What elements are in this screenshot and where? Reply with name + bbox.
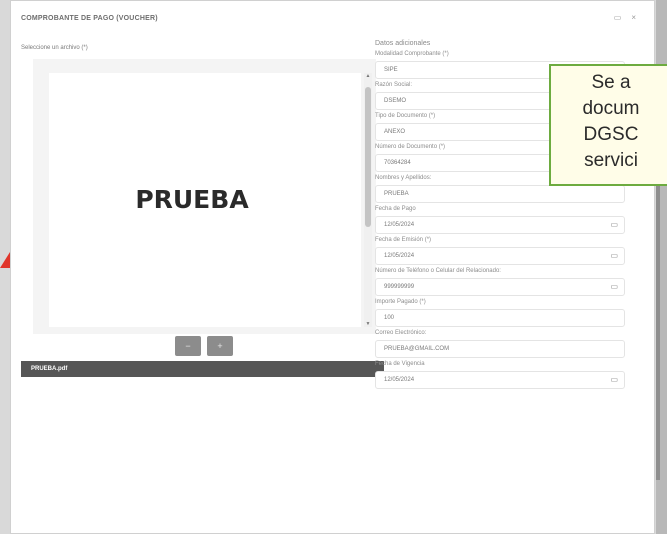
field-value: 100 <box>384 315 395 321</box>
zoom-controls: − + <box>175 336 233 356</box>
zoom-out-button[interactable]: − <box>175 336 201 356</box>
document-viewer: PRUEBA ▲ ▼ <box>33 59 376 334</box>
red-arrow-icon <box>0 252 10 268</box>
calendar-icon[interactable]: ▭ <box>610 279 618 295</box>
field-label: Fecha de Pago <box>375 206 416 212</box>
window-controls: ▭ × <box>614 13 636 22</box>
document-page: PRUEBA <box>49 73 361 327</box>
form-input[interactable]: PRUEBA <box>375 185 625 203</box>
form-input[interactable]: 999999999 ▭ <box>375 278 625 296</box>
field-label: Fecha de Vigencia <box>375 361 425 367</box>
scroll-down-icon[interactable]: ▼ <box>364 321 372 327</box>
field-label: Número de Teléfono o Celular del Relacio… <box>375 268 501 274</box>
scrollbar-thumb[interactable] <box>365 87 371 227</box>
form-input[interactable]: PRUEBA@GMAIL.COM <box>375 340 625 358</box>
zoom-in-button[interactable]: + <box>207 336 233 356</box>
form-input[interactable]: 12/05/2024 ▭ <box>375 216 625 234</box>
field-value: 12/05/2024 <box>384 253 415 259</box>
document-text: PRUEBA <box>135 185 249 214</box>
field-label: Importe Pagado (*) <box>375 299 426 305</box>
close-icon[interactable]: × <box>631 13 636 22</box>
field-value: 999999999 <box>384 284 415 290</box>
field-label: Correo Electrónico: <box>375 330 427 336</box>
form-input[interactable]: 100 <box>375 309 625 327</box>
callout-line: servici <box>584 150 638 171</box>
form-heading: Datos adicionales <box>375 40 431 47</box>
callout-line: Se a <box>591 72 631 93</box>
calendar-icon[interactable]: ▭ <box>610 372 618 388</box>
screen: COMPROBANTE DE PAGO (VOUCHER) ▭ × Selecc… <box>0 0 667 534</box>
form-input[interactable]: 12/05/2024 ▭ <box>375 247 625 265</box>
file-name-bar: PRUEBA.pdf <box>21 361 384 377</box>
field-value: 12/05/2024 <box>384 377 415 383</box>
viewer-scrollbar[interactable]: ▲ ▼ <box>364 73 372 327</box>
form-input[interactable]: 12/05/2024 ▭ <box>375 371 625 389</box>
field-value: SIPE <box>384 67 398 73</box>
field-value: PRUEBA@GMAIL.COM <box>384 346 450 352</box>
calendar-icon[interactable]: ▭ <box>610 217 618 233</box>
field-value: 70364284 <box>384 160 411 166</box>
calendar-icon[interactable]: ▭ <box>610 248 618 264</box>
side-panel-shadow <box>656 180 660 480</box>
scroll-up-icon[interactable]: ▲ <box>364 73 372 79</box>
modal-title: COMPROBANTE DE PAGO (VOUCHER) <box>21 15 158 22</box>
field-label: Modalidad Comprobante (*) <box>375 51 449 57</box>
field-value: PRUEBA <box>384 191 409 197</box>
callout-box: Se a docum DGSC servici <box>549 64 667 186</box>
field-value: ANEXO <box>384 129 406 135</box>
field-value: DSEMO <box>384 98 407 104</box>
field-value: 12/05/2024 <box>384 222 415 228</box>
maximize-icon[interactable]: ▭ <box>614 13 622 22</box>
callout-line: docum <box>582 98 640 119</box>
file-select-label: Seleccione un archivo (*) <box>21 45 88 51</box>
field-label: Fecha de Emisión (*) <box>375 237 432 243</box>
callout-line: DGSC <box>583 124 639 145</box>
